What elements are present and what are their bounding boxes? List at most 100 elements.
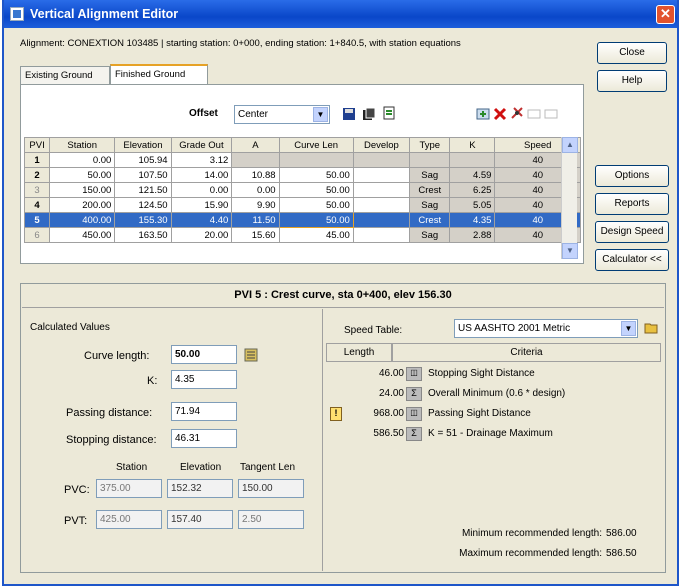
elevation-cell[interactable]: 163.50 — [114, 227, 172, 243]
criteria-row[interactable]: 46.00 ◫ Stopping Sight Distance — [326, 365, 661, 384]
criteria-table[interactable]: Length Criteria 46.00 ◫ Stopping Sight D… — [326, 343, 661, 459]
criteria-length: 46.00 — [378, 368, 404, 379]
station-cell[interactable]: 200.00 — [49, 197, 116, 213]
criteria-text: Overall Minimum (0.6 * design) — [428, 388, 566, 399]
grid-col-a[interactable]: A — [231, 137, 280, 153]
insert-row-icon[interactable] — [476, 107, 490, 121]
tab-existing-ground[interactable]: Existing Ground — [20, 66, 110, 85]
grade-out-cell[interactable]: 20.00 — [170, 227, 233, 243]
scroll-up-icon[interactable]: ▲ — [562, 137, 578, 153]
vertical-alignment-editor-window: Vertical Alignment Editor ✕ Alignment: C… — [2, 0, 679, 586]
reports-button[interactable]: Reports — [595, 193, 669, 215]
calculator-button[interactable]: Calculator << — [595, 249, 669, 271]
import-icon[interactable] — [382, 106, 396, 120]
elevation-cell[interactable]: 155.30 — [114, 212, 172, 228]
title-bar[interactable]: Vertical Alignment Editor ✕ — [4, 0, 677, 28]
table-row-selected[interactable]: 5 400.00 155.30 4.40 11.50 50.00 Crest 4… — [23, 212, 581, 228]
develop-cell[interactable] — [352, 212, 411, 228]
grid-col-k[interactable]: K — [449, 137, 496, 153]
table-row[interactable]: 6 450.00 163.50 20.00 15.60 45.00 Sag 2.… — [23, 227, 581, 243]
curve-len-cell[interactable]: 45.00 — [278, 227, 354, 243]
curve-len-cell[interactable]: 50.00 — [278, 212, 354, 228]
offset-value: Center — [238, 109, 269, 120]
close-button[interactable]: Close — [597, 42, 667, 64]
tab-finished-ground[interactable]: Finished Ground — [110, 64, 208, 85]
speed-table-select[interactable]: US AASHTO 2001 Metric ▼ — [454, 319, 638, 338]
design-speed-button[interactable]: Design Speed — [595, 221, 669, 243]
elevation-cell[interactable]: 105.94 — [114, 152, 172, 168]
help-button[interactable]: Help — [597, 70, 667, 92]
curve-len-cell[interactable]: 50.00 — [278, 197, 354, 213]
options-button[interactable]: Options — [595, 165, 669, 187]
grade-out-cell[interactable]: 0.00 — [170, 182, 233, 198]
type-cell: Sag — [408, 197, 451, 213]
grade-out-cell[interactable]: 4.40 — [170, 212, 233, 228]
sight-icon: ◫ — [406, 407, 422, 421]
save-icon[interactable] — [342, 107, 356, 121]
calculator-icon[interactable] — [244, 348, 258, 362]
table-row[interactable]: 4 200.00 124.50 15.90 9.90 50.00 Sag 5.0… — [23, 197, 581, 213]
delete-row-icon[interactable] — [493, 107, 507, 121]
a-cell: 15.60 — [231, 227, 280, 243]
grid-col-elevation[interactable]: Elevation — [114, 137, 172, 153]
copy-icon[interactable] — [362, 107, 376, 121]
elevation-cell[interactable]: 107.50 — [114, 167, 172, 183]
grid-col-station[interactable]: Station — [49, 137, 116, 153]
develop-cell[interactable] — [352, 227, 411, 243]
stopping-distance-field[interactable]: 46.31 — [171, 429, 237, 448]
k-field[interactable]: 4.35 — [171, 370, 237, 389]
develop-cell — [352, 152, 411, 168]
type-cell: Crest — [408, 182, 451, 198]
criteria-row[interactable]: 586.50 Σ K = 51 - Drainage Maximum — [326, 425, 661, 444]
criteria-row[interactable]: 24.00 Σ Overall Minimum (0.6 * design) — [326, 385, 661, 404]
grid-col-type[interactable]: Type — [408, 137, 451, 153]
curve-len-cell[interactable]: 50.00 — [278, 182, 354, 198]
tools-icon[interactable] — [510, 106, 524, 120]
station-cell[interactable]: 450.00 — [49, 227, 116, 243]
folder-icon[interactable] — [644, 320, 658, 334]
grid-scrollbar[interactable]: ▲ ▼ — [561, 137, 578, 259]
elevation-cell[interactable]: 121.50 — [114, 182, 172, 198]
window-close-button[interactable]: ✕ — [656, 5, 675, 24]
pvi-grid[interactable]: PVI Station Elevation Grade Out A Curve … — [23, 137, 581, 243]
criteria-header[interactable]: Criteria — [392, 343, 661, 362]
sight-icon: ◫ — [406, 367, 422, 381]
curve-length-field[interactable]: 50.00 — [171, 345, 237, 364]
length-header[interactable]: Length — [326, 343, 392, 362]
pvi-cell: 6 — [23, 227, 51, 243]
station-col-label: Station — [116, 462, 148, 473]
grid-col-pvi[interactable]: PVI — [23, 137, 51, 153]
develop-cell[interactable] — [352, 197, 411, 213]
grade-out-cell[interactable]: 15.90 — [170, 197, 233, 213]
develop-cell[interactable] — [352, 182, 411, 198]
grid-col-develop[interactable]: Develop — [352, 137, 411, 153]
grade-out-cell[interactable]: 3.12 — [170, 152, 233, 168]
table-row[interactable]: 2 50.00 107.50 14.00 10.88 50.00 Sag 4.5… — [23, 167, 581, 183]
grid-col-grade-out[interactable]: Grade Out — [170, 137, 233, 153]
table-row[interactable]: 3 150.00 121.50 0.00 0.00 50.00 Crest 6.… — [23, 182, 581, 198]
station-cell[interactable]: 50.00 — [49, 167, 116, 183]
sigma-icon: Σ — [406, 427, 422, 441]
pvt-station-field: 425.00 — [96, 510, 162, 529]
chevron-down-icon[interactable]: ▼ — [621, 321, 636, 336]
grid-col-curve-len[interactable]: Curve Len — [278, 137, 354, 153]
curve-len-cell[interactable]: 50.00 — [278, 167, 354, 183]
station-cell[interactable]: 0.00 — [49, 152, 116, 168]
develop-cell[interactable] — [352, 167, 411, 183]
chevron-down-icon[interactable]: ▼ — [313, 107, 328, 122]
elevation-cell[interactable]: 124.50 — [114, 197, 172, 213]
criteria-length: 24.00 — [378, 388, 404, 399]
station-cell[interactable]: 400.00 — [49, 212, 116, 228]
a-cell — [231, 152, 280, 168]
table-row[interactable]: 1 0.00 105.94 3.12 40 — [23, 152, 581, 168]
grade-out-cell[interactable]: 14.00 — [170, 167, 233, 183]
offset-select[interactable]: Center ▼ — [234, 105, 330, 124]
speed-table-value: US AASHTO 2001 Metric — [458, 323, 571, 334]
min-length-label: Minimum recommended length: — [461, 528, 602, 539]
criteria-row[interactable]: ! 968.00 ◫ Passing Sight Distance — [326, 405, 661, 424]
station-cell[interactable]: 150.00 — [49, 182, 116, 198]
passing-distance-field[interactable]: 71.94 — [171, 402, 237, 421]
criteria-text: Passing Sight Distance — [428, 408, 531, 419]
scroll-down-icon[interactable]: ▼ — [562, 243, 578, 259]
move-up-icon — [527, 109, 541, 119]
